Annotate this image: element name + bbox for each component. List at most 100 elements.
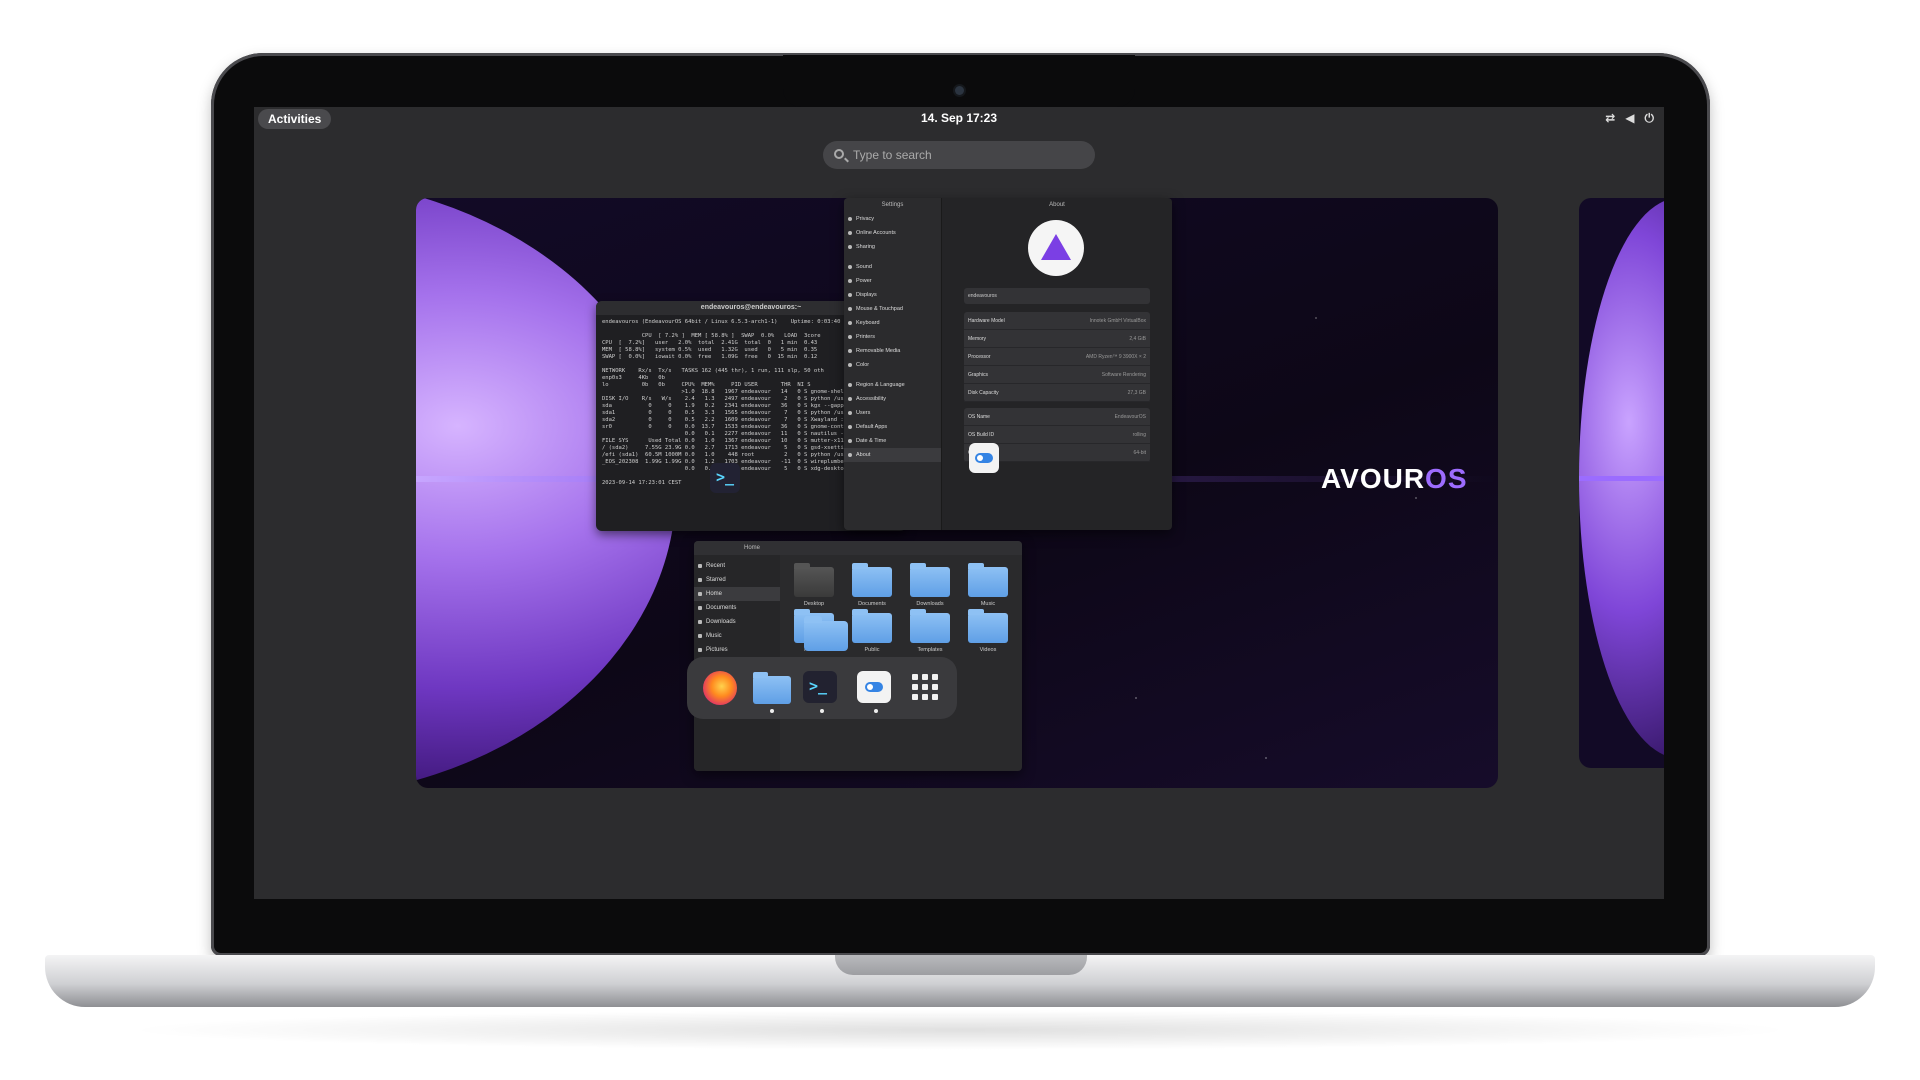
settings-window[interactable]: Settings Privacy Online Accounts Sharing So… (844, 198, 1172, 530)
wallpaper-brand: AVOUROS (1321, 463, 1468, 495)
dock-settings[interactable] (857, 671, 895, 713)
folder-label: Downloads (916, 601, 944, 607)
sidebar-item-recent[interactable]: Recent (694, 559, 780, 573)
settings-item-online-accounts[interactable]: Online Accounts (844, 226, 941, 240)
network-icon[interactable]: ⇄ (1605, 111, 1615, 126)
info-value: Innotek GmbH VirtualBox (1089, 318, 1146, 324)
info-row: Hardware Model Innotek GmbH VirtualBox (964, 312, 1150, 330)
folder-icon (910, 609, 950, 643)
info-key: Processor (968, 354, 991, 360)
settings-item-sharing[interactable]: Sharing (844, 240, 941, 254)
endeavouros-logo-icon (1028, 220, 1084, 276)
settings-sidebar: Settings Privacy Online Accounts Sharing So… (844, 198, 942, 530)
info-key: Graphics (968, 372, 989, 378)
about-panel: About endeavouros Hardware Model Innotek … (942, 198, 1172, 530)
settings-item-users[interactable]: Users (844, 406, 941, 420)
settings-item-sound[interactable]: Sound (844, 260, 941, 274)
laptop-shadow (120, 1010, 1800, 1050)
info-value: 27,3 GB (1127, 390, 1146, 396)
dock-app-grid[interactable] (909, 671, 947, 705)
info-value: 2,4 GiB (1129, 336, 1146, 342)
folder-label: Public (864, 647, 880, 653)
sidebar-item-downloads[interactable]: Downloads (694, 615, 780, 629)
info-key: OS Build ID (968, 432, 995, 438)
folder-label: Templates (917, 647, 943, 653)
settings-item-mouse-touchpad[interactable]: Mouse & Touchpad (844, 302, 941, 316)
settings-item-power[interactable]: Power (844, 274, 941, 288)
screen: Activities 14. Sep 17:23 ⇄ ◀ ⏻ Type to s… (254, 107, 1664, 899)
dock-firefox[interactable] (703, 671, 741, 705)
about-title: About (1049, 202, 1065, 208)
running-indicator (820, 709, 824, 713)
folder-videos[interactable]: Videos (960, 609, 1016, 653)
settings-item-date-time[interactable]: Date & Time (844, 434, 941, 448)
info-key: OS Name (968, 414, 990, 420)
info-value: Software Rendering (1101, 372, 1146, 378)
folder-label: Desktop (803, 601, 825, 607)
settings-item-keyboard[interactable]: Keyboard (844, 316, 941, 330)
folder-icon (968, 563, 1008, 597)
info-key: Memory (968, 336, 987, 342)
wallpaper-ring (1579, 476, 1664, 481)
folder-music[interactable]: Music (960, 563, 1016, 607)
dock-terminal[interactable]: >_ (803, 671, 841, 713)
folder-icon (968, 609, 1008, 643)
dock-files[interactable] (753, 671, 791, 713)
sidebar-item-pictures[interactable]: Pictures (694, 643, 780, 657)
settings-item-accessibility[interactable]: Accessibility (844, 392, 941, 406)
settings-item-removable-media[interactable]: Removable Media (844, 344, 941, 358)
folder-home-icon (753, 672, 791, 704)
sidebar-item-home[interactable]: Home (694, 587, 780, 601)
info-row: Graphics Software Rendering (964, 366, 1150, 384)
settings-item-displays[interactable]: Displays (844, 288, 941, 302)
folder-desktop[interactable]: Desktop (786, 563, 842, 607)
settings-item-about[interactable]: About (844, 448, 941, 462)
info-row: OS Build ID rolling (964, 426, 1150, 444)
search-input[interactable]: Type to search (823, 141, 1095, 169)
power-icon[interactable]: ⏻ (1645, 111, 1655, 126)
info-key: Hardware Model (968, 318, 1005, 324)
folder-icon (794, 563, 834, 597)
folder-documents[interactable]: Documents (844, 563, 900, 607)
workspace-thumbnail-next[interactable] (1579, 198, 1664, 768)
settings-item-color[interactable]: Color (844, 358, 941, 372)
clock[interactable]: 14. Sep 17:23 (254, 111, 1664, 125)
dock: >_ (687, 657, 957, 719)
hardware-info: Hardware Model Innotek GmbH VirtualBox Mem… (964, 312, 1150, 402)
settings-item-default-apps[interactable]: Default Apps (844, 420, 941, 434)
files-window[interactable]: Home Recent Starred Home Documents Downloads… (694, 541, 1022, 771)
folder-downloads[interactable]: Downloads (902, 563, 958, 607)
volume-icon[interactable]: ◀ (1625, 111, 1634, 126)
info-value: AMD Ryzen™ 9 3900X × 2 (1085, 354, 1146, 360)
sidebar-item-starred[interactable]: Starred (694, 573, 780, 587)
laptop-base-notch (835, 955, 1087, 975)
app-grid-icon (909, 671, 939, 701)
sidebar-item-music[interactable]: Music (694, 629, 780, 643)
info-value: 64-bit (1133, 450, 1146, 456)
running-indicator (770, 709, 774, 713)
info-row: Processor AMD Ryzen™ 9 3900X × 2 (964, 348, 1150, 366)
sidebar-item-documents[interactable]: Documents (694, 601, 780, 615)
device-name-field[interactable]: endeavouros (964, 288, 1150, 304)
screen-notch (783, 55, 1135, 107)
folder-templates[interactable]: Templates (902, 609, 958, 653)
system-tray[interactable]: ⇄ ◀ ⏻ (1605, 111, 1654, 126)
settings-item-printers[interactable]: Printers (844, 330, 941, 344)
camera-icon (955, 86, 964, 95)
settings-item-region-language[interactable]: Region & Language (844, 378, 941, 392)
search-placeholder: Type to search (853, 148, 932, 162)
search-icon (834, 149, 844, 159)
info-row: OS Name EndeavourOS (964, 408, 1150, 426)
settings-title: Settings (881, 202, 904, 208)
running-indicator (874, 709, 878, 713)
terminal-icon: >_ (710, 463, 740, 493)
files-title[interactable]: Home (694, 541, 1022, 555)
folder-label: Videos (979, 647, 997, 653)
folder-label: Music (980, 601, 996, 607)
brand-prefix: AVOUR (1321, 463, 1426, 494)
settings-item-privacy[interactable]: Privacy (844, 212, 941, 226)
folder-public[interactable]: Public (844, 609, 900, 653)
folder-home-icon (804, 616, 848, 651)
folder-icon (910, 563, 950, 597)
info-value: EndeavourOS (1114, 414, 1146, 420)
